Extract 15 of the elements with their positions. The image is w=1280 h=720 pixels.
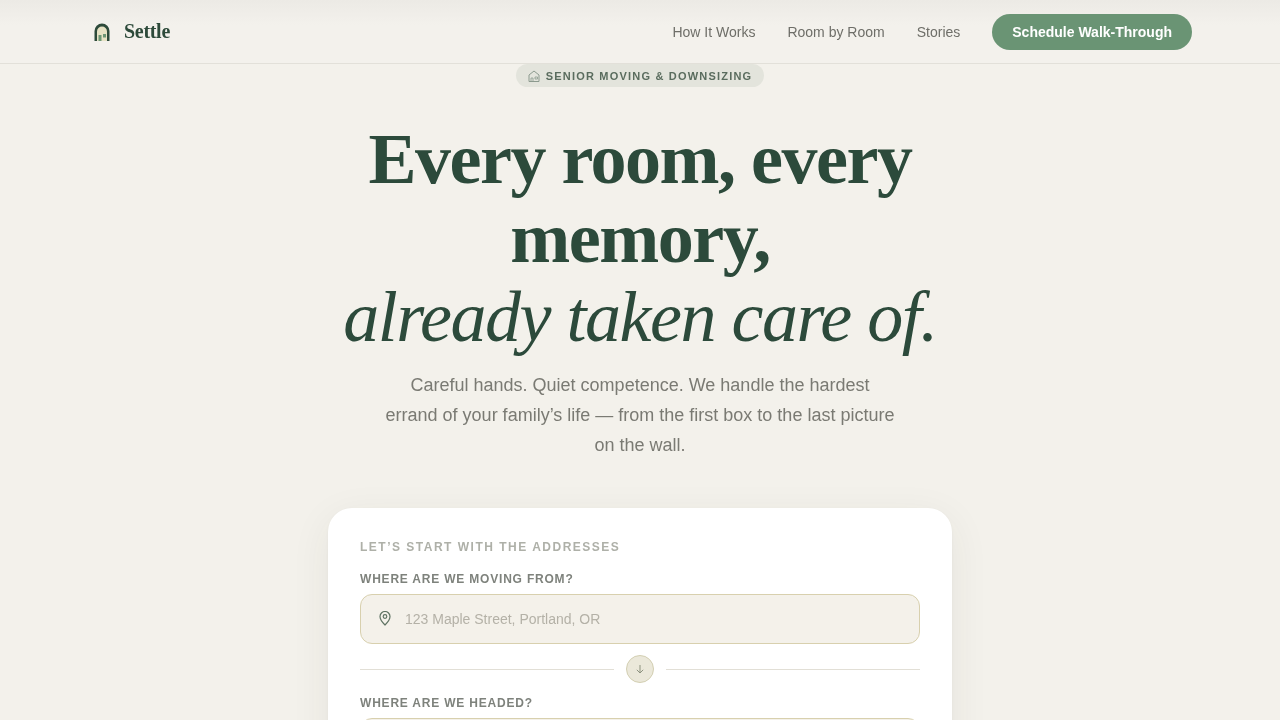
nav-link[interactable]: Room by Room — [787, 23, 885, 40]
hero-headline-emphasis: already taken care of. — [343, 278, 937, 357]
house-icon — [527, 69, 540, 82]
arch-logo-icon — [94, 22, 110, 41]
field-label: WHERE ARE WE MOVING FROM? — [360, 571, 575, 587]
map-pin-icon — [379, 611, 391, 626]
brand-name: Settle — [124, 20, 170, 43]
category-badge: SENIOR MOVING & DOWNSIZING — [515, 64, 765, 87]
hero-subtitle: Careful hands. Quiet competence. We handle the hardest errand of your family’s life — from the first box to the last picture on the wall. — [384, 374, 896, 457]
card-title: LET’S START WITH THE ADDRESSES — [360, 539, 622, 555]
nav-link[interactable]: How It Works — [672, 23, 756, 40]
field-label: WHERE ARE WE HEADED? — [360, 695, 534, 711]
address-field[interactable]: 123 Maple Street, Portland, OR — [360, 594, 920, 644]
nav-link[interactable]: Stories — [916, 23, 961, 40]
schedule-button[interactable]: Schedule Walk-Through — [992, 13, 1192, 50]
